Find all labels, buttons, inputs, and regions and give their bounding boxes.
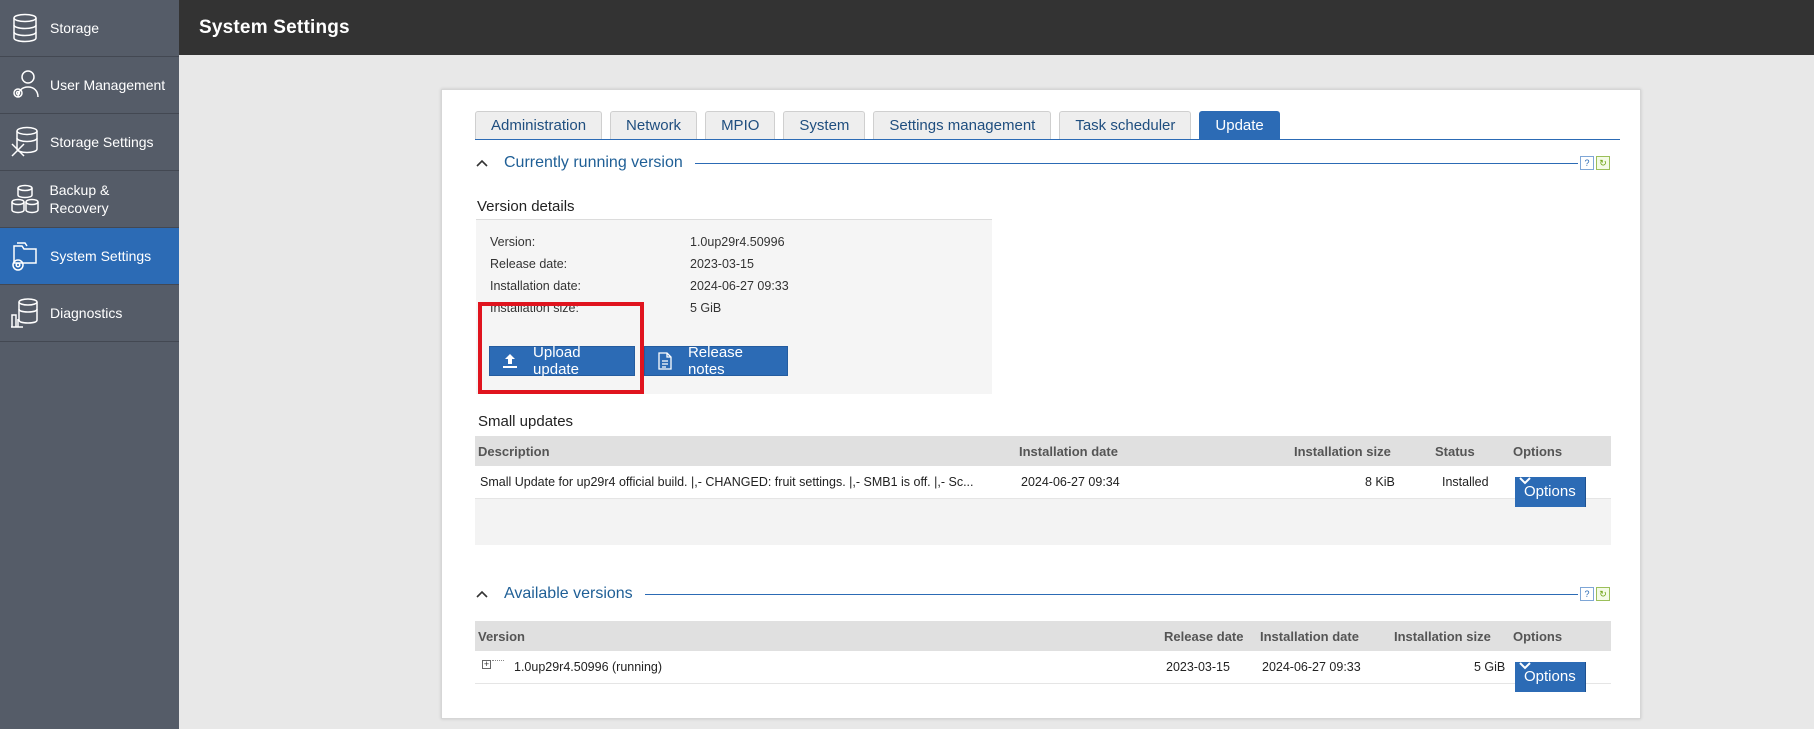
cell-installation-date: 2024-06-27 09:33 [1262, 660, 1361, 674]
chevron-up-icon[interactable] [475, 587, 489, 601]
cell-status: Installed [1442, 475, 1489, 489]
sidebar-item-storage[interactable]: Storage [0, 0, 179, 57]
sidebar-item-backup-recovery[interactable]: Backup & Recovery [0, 171, 179, 228]
section-title: Currently running version [504, 154, 683, 171]
tab-network[interactable]: Network [610, 111, 698, 139]
detail-value: 5 GiB [690, 301, 722, 315]
column-header: Description [478, 444, 550, 459]
tab-system[interactable]: System [783, 111, 866, 139]
highlight-box [478, 302, 644, 394]
section-current-version-header: Currently running version ? ↻ [475, 153, 1610, 173]
detail-value: 2023-03-15 [690, 257, 754, 271]
sidebar-item-system-settings[interactable]: System Settings [0, 228, 179, 285]
column-header: Version [478, 629, 525, 644]
database-tools-icon [0, 114, 50, 171]
sidebar-item-label: Storage [50, 20, 100, 36]
section-divider [644, 593, 1578, 595]
table-row[interactable]: + 1.0up29r4.50996 (running) 2023-03-15 2… [475, 651, 1611, 692]
tree-connector [492, 660, 504, 661]
table-row[interactable]: Small Update for up29r4 official build. … [475, 466, 1611, 507]
tab-bar: Administration Network MPIO System Setti… [475, 111, 1620, 140]
refresh-icon[interactable]: ↻ [1596, 587, 1610, 601]
detail-value: 1.0up29r4.50996 [690, 235, 785, 249]
cell-installation-date: 2024-06-27 09:34 [1021, 475, 1120, 489]
help-icon[interactable]: ? [1580, 156, 1594, 170]
small-updates-title: Small updates [478, 413, 574, 430]
section-available-versions-header: Available versions ? ↻ [475, 584, 1610, 604]
user-gear-icon [0, 57, 50, 114]
column-header: Installation date [1260, 629, 1359, 644]
tab-administration[interactable]: Administration [475, 111, 603, 139]
sidebar-item-label: Diagnostics [50, 305, 123, 321]
sidebar: Storage User Management Storage Settings… [0, 0, 179, 729]
detail-release-date: Release date: 2023-03-15 [490, 257, 754, 271]
chevron-down-icon[interactable] [1515, 662, 1535, 670]
small-updates-table: Description Installation date Installati… [475, 436, 1611, 545]
detail-version: Version: 1.0up29r4.50996 [490, 235, 785, 249]
sidebar-item-diagnostics[interactable]: Diagnostics [0, 285, 179, 342]
column-header: Release date [1164, 629, 1244, 644]
sidebar-item-label: Storage Settings [50, 134, 154, 150]
sidebar-item-label: User Management [50, 77, 166, 93]
release-notes-button[interactable]: Release notes [644, 344, 788, 378]
section-divider [694, 162, 1578, 164]
column-header: Installation size [1294, 444, 1391, 459]
help-icon[interactable]: ? [1580, 587, 1594, 601]
tab-task-scheduler[interactable]: Task scheduler [1059, 111, 1192, 139]
detail-installation-date: Installation date: 2024-06-27 09:33 [490, 279, 789, 293]
cell-installation-size: 5 GiB [1474, 660, 1506, 674]
document-icon [655, 352, 675, 370]
column-header: Options [1513, 444, 1563, 459]
tab-settings-management[interactable]: Settings management [873, 111, 1052, 139]
table-header: Description Installation date Installati… [475, 436, 1611, 466]
column-header: Status [1435, 444, 1475, 459]
database-chart-icon [0, 285, 50, 342]
page-title: System Settings [199, 17, 350, 38]
folder-gear-icon [0, 228, 50, 285]
table-header: Version Release date Installation date I… [475, 621, 1611, 651]
cell-version: 1.0up29r4.50996 (running) [514, 660, 663, 674]
top-header: System Settings [179, 0, 1814, 55]
sidebar-item-storage-settings[interactable]: Storage Settings [0, 114, 179, 171]
tab-update[interactable]: Update [1199, 111, 1280, 139]
settings-panel: Administration Network MPIO System Setti… [441, 89, 1641, 719]
backup-icon [0, 171, 49, 228]
cell-installation-size: 8 KiB [1365, 475, 1395, 489]
release-notes-label: Release notes [687, 344, 744, 378]
version-details-title: Version details [477, 198, 575, 215]
column-header: Installation size [1394, 629, 1491, 644]
available-versions-table: Version Release date Installation date I… [475, 621, 1611, 692]
expand-icon[interactable]: + [482, 660, 491, 669]
section-title: Available versions [504, 585, 633, 602]
cell-description: Small Update for up29r4 official build. … [480, 475, 974, 489]
detail-key: Installation date: [490, 279, 582, 293]
column-header: Installation date [1019, 444, 1118, 459]
database-icon [0, 0, 50, 57]
chevron-up-icon[interactable] [475, 156, 489, 170]
detail-key: Version: [490, 235, 536, 249]
chevron-down-icon[interactable] [1515, 477, 1535, 485]
detail-value: 2024-06-27 09:33 [690, 279, 789, 293]
tab-mpio[interactable]: MPIO [705, 111, 776, 139]
refresh-icon[interactable]: ↻ [1596, 156, 1610, 170]
sidebar-item-label: Backup & Recovery [49, 182, 110, 216]
sidebar-item-user-management[interactable]: User Management [0, 57, 179, 114]
detail-key: Release date: [490, 257, 568, 271]
cell-release-date: 2023-03-15 [1166, 660, 1230, 674]
column-header: Options [1513, 629, 1563, 644]
sidebar-item-label: System Settings [50, 248, 152, 264]
